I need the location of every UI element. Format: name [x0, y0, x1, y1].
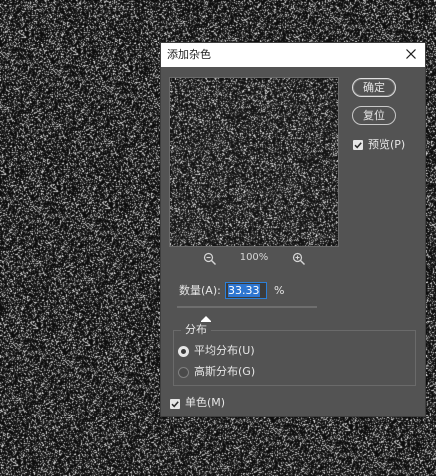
zoom-level: 100%: [239, 252, 269, 263]
amount-slider-thumb[interactable]: [201, 309, 212, 324]
monochromatic-label[interactable]: 单色(M): [185, 395, 225, 411]
add-noise-dialog: 添加杂色 确定 复位 预览(P) 100% 数量(A): 33.33 % 分布 …: [160, 42, 426, 417]
radio-uniform-label[interactable]: 平均分布(U): [194, 343, 255, 359]
amount-slider-track[interactable]: [177, 306, 317, 308]
amount-input[interactable]: 33.33: [225, 282, 267, 299]
ok-button[interactable]: 确定: [352, 78, 396, 97]
preview-checkbox[interactable]: [353, 140, 363, 150]
dialog-title: 添加杂色: [167, 48, 211, 61]
checkmark-icon: [171, 401, 179, 408]
amount-unit: %: [274, 284, 285, 297]
radio-gaussian-label[interactable]: 高斯分布(G): [194, 364, 255, 380]
distribution-legend: 分布: [181, 322, 211, 338]
monochromatic-checkbox[interactable]: [170, 399, 180, 409]
radio-uniform[interactable]: [178, 346, 189, 357]
zoom-out-icon[interactable]: [203, 251, 217, 265]
filter-preview-window[interactable]: [169, 77, 339, 247]
radio-gaussian[interactable]: [178, 367, 189, 378]
preview-label[interactable]: 预览(P): [368, 137, 405, 153]
preview-image[interactable]: [170, 78, 338, 246]
amount-value: 33.33: [228, 284, 260, 297]
dialog-titlebar[interactable]: 添加杂色: [161, 43, 425, 67]
checkmark-icon: [354, 142, 362, 149]
reset-button[interactable]: 复位: [352, 106, 396, 125]
zoom-in-icon[interactable]: [292, 251, 306, 265]
amount-label: 数量(A):: [179, 284, 221, 297]
close-icon[interactable]: [403, 46, 419, 62]
